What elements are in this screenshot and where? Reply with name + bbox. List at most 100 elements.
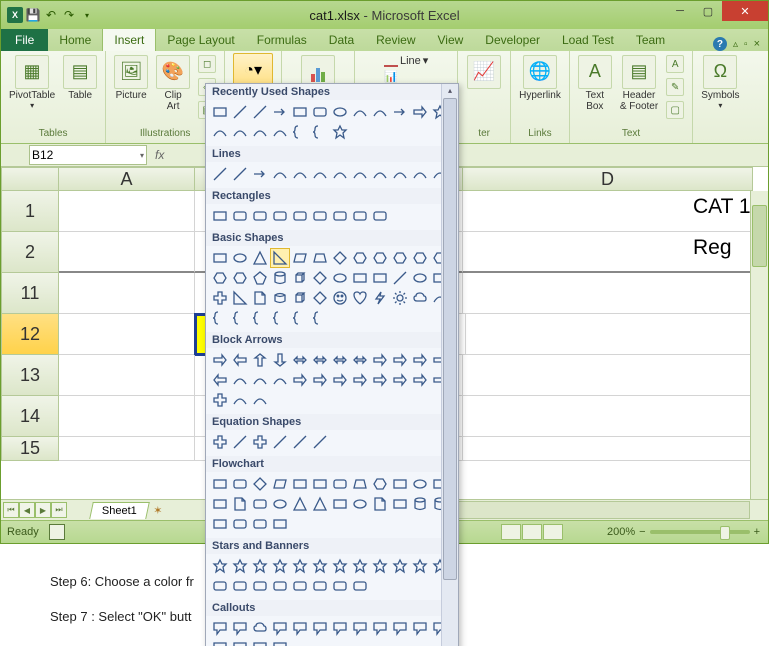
zoom-out-icon[interactable]: − bbox=[639, 526, 645, 538]
shape-tri[interactable] bbox=[250, 248, 270, 268]
shape-pent[interactable] bbox=[250, 268, 270, 288]
shape-rrect[interactable] bbox=[270, 206, 290, 226]
sparkline-column-button[interactable]: 📊 bbox=[384, 69, 398, 81]
shape-curve[interactable] bbox=[230, 390, 250, 410]
shape-rrect[interactable] bbox=[230, 576, 250, 596]
shape-rrect[interactable] bbox=[290, 576, 310, 596]
shape-arrow[interactable] bbox=[270, 102, 290, 122]
shape-brace[interactable] bbox=[310, 122, 330, 142]
name-box[interactable]: B12▾ bbox=[29, 145, 147, 165]
shape-star[interactable] bbox=[350, 556, 370, 576]
shape-rtri[interactable] bbox=[270, 248, 290, 268]
shape-rect[interactable] bbox=[350, 268, 370, 288]
sheet-tab-sheet1[interactable]: Sheet1 bbox=[89, 502, 149, 519]
shape-hex[interactable] bbox=[370, 248, 390, 268]
shape-brace[interactable] bbox=[310, 308, 330, 328]
shape-curve[interactable] bbox=[210, 122, 230, 142]
shape-rrect[interactable] bbox=[270, 576, 290, 596]
shape-dia[interactable] bbox=[330, 248, 350, 268]
shape-line[interactable] bbox=[230, 432, 250, 452]
shape-call[interactable] bbox=[270, 638, 290, 646]
shape-rect[interactable] bbox=[210, 248, 230, 268]
shape-call[interactable] bbox=[250, 638, 270, 646]
shape-rarrow[interactable] bbox=[410, 102, 430, 122]
shape-line[interactable] bbox=[390, 268, 410, 288]
shape-oval[interactable] bbox=[350, 494, 370, 514]
column-header-a[interactable]: A bbox=[59, 167, 195, 191]
shape-curve[interactable] bbox=[310, 164, 330, 184]
shape-smile[interactable] bbox=[330, 288, 350, 308]
shape-star[interactable] bbox=[250, 556, 270, 576]
shape-rrect[interactable] bbox=[290, 206, 310, 226]
shape-star[interactable] bbox=[210, 556, 230, 576]
shape-brace[interactable] bbox=[290, 122, 310, 142]
cell-d1[interactable]: CAT 1 bbox=[463, 191, 753, 232]
shape-call[interactable] bbox=[270, 618, 290, 638]
shape-lrarr[interactable] bbox=[330, 350, 350, 370]
shape-brace[interactable] bbox=[270, 308, 290, 328]
shape-call[interactable] bbox=[290, 618, 310, 638]
shape-hex[interactable] bbox=[210, 268, 230, 288]
shape-rect[interactable] bbox=[290, 102, 310, 122]
shape-heart[interactable] bbox=[350, 288, 370, 308]
slicer-button[interactable]: 📈 bbox=[465, 53, 503, 91]
shape-line[interactable] bbox=[270, 432, 290, 452]
shape-dia[interactable] bbox=[310, 288, 330, 308]
shape-call[interactable] bbox=[350, 618, 370, 638]
cell-d2[interactable]: Reg bbox=[463, 232, 753, 273]
shape-call[interactable] bbox=[210, 618, 230, 638]
shape-trap[interactable] bbox=[350, 474, 370, 494]
shape-rect[interactable] bbox=[310, 474, 330, 494]
shape-para[interactable] bbox=[290, 248, 310, 268]
row-header-11[interactable]: 11 bbox=[1, 273, 59, 314]
shape-rect[interactable] bbox=[390, 494, 410, 514]
shape-star[interactable] bbox=[230, 556, 250, 576]
row-header-12[interactable]: 12 bbox=[1, 314, 59, 355]
select-all-corner[interactable] bbox=[1, 167, 59, 191]
shape-rrect[interactable] bbox=[310, 102, 330, 122]
shape-trap[interactable] bbox=[310, 248, 330, 268]
shape-arrow[interactable] bbox=[250, 164, 270, 184]
shape-tri[interactable] bbox=[290, 494, 310, 514]
shape-rarrow[interactable] bbox=[410, 350, 430, 370]
shape-cube[interactable] bbox=[290, 268, 310, 288]
tab-team[interactable]: Team bbox=[625, 29, 676, 51]
view-normal-icon[interactable] bbox=[501, 524, 521, 540]
shape-larrow[interactable] bbox=[230, 350, 250, 370]
shape-can[interactable] bbox=[410, 494, 430, 514]
shape-tri[interactable] bbox=[310, 494, 330, 514]
shape-line[interactable] bbox=[230, 164, 250, 184]
shape-lrarr[interactable] bbox=[350, 350, 370, 370]
shape-curve[interactable] bbox=[370, 102, 390, 122]
tab-file[interactable]: File bbox=[1, 29, 48, 51]
shape-brace[interactable] bbox=[230, 308, 250, 328]
shape-cloud[interactable] bbox=[410, 288, 430, 308]
shape-curve[interactable] bbox=[350, 164, 370, 184]
shapes-small-icon[interactable]: ◻ bbox=[196, 53, 218, 75]
tab-review[interactable]: Review bbox=[365, 29, 426, 51]
shape-call[interactable] bbox=[210, 638, 230, 646]
signature-icon[interactable]: ✎ bbox=[664, 76, 686, 98]
shape-rarrow[interactable] bbox=[370, 370, 390, 390]
shape-rarrow[interactable] bbox=[370, 350, 390, 370]
tab-load-test[interactable]: Load Test bbox=[551, 29, 625, 51]
shape-star[interactable] bbox=[370, 556, 390, 576]
shape-cyl[interactable] bbox=[270, 288, 290, 308]
help-icon[interactable]: ? bbox=[713, 37, 727, 51]
shape-curve[interactable] bbox=[390, 164, 410, 184]
shape-curve[interactable] bbox=[290, 164, 310, 184]
shapes-dropdown-button[interactable]: ◔▾ bbox=[233, 53, 273, 87]
header-footer-button[interactable]: ▤Header & Footer bbox=[618, 53, 660, 114]
shape-oval[interactable] bbox=[330, 268, 350, 288]
shape-brace[interactable] bbox=[250, 308, 270, 328]
shape-cube[interactable] bbox=[290, 288, 310, 308]
shape-rrect[interactable] bbox=[250, 576, 270, 596]
shape-star[interactable] bbox=[410, 556, 430, 576]
shape-doc[interactable] bbox=[370, 494, 390, 514]
row-header-2[interactable]: 2 bbox=[1, 232, 59, 273]
shape-bolt[interactable] bbox=[370, 288, 390, 308]
shape-rarrow[interactable] bbox=[210, 350, 230, 370]
save-icon[interactable]: 💾 bbox=[25, 7, 41, 23]
minimize-button[interactable]: ─ bbox=[666, 1, 694, 21]
shape-rrect[interactable] bbox=[330, 474, 350, 494]
